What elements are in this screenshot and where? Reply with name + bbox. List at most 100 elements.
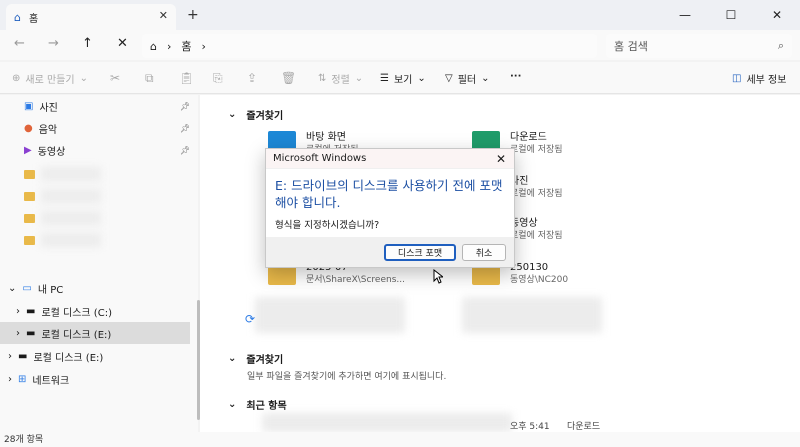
sidebar-item-folder[interactable] — [0, 185, 190, 207]
sidebar-item-label: 로컬 디스크 (E:) — [33, 352, 104, 364]
minimize-icon[interactable]: — — [662, 0, 708, 30]
new-button[interactable]: ⊕ 새로 만들기 ⌄ — [12, 71, 88, 86]
filter-icon: ▽ — [445, 73, 453, 84]
sort-icon: ⇅ — [318, 73, 327, 84]
dialog-close-icon[interactable]: ✕ — [496, 152, 506, 166]
view-button[interactable]: ☰ 보기 ⌄ — [380, 71, 426, 86]
sidebar-item-this-pc[interactable]: ⌄ ▭ 내 PC — [0, 277, 190, 299]
tab-close-icon[interactable]: ✕ — [159, 9, 168, 22]
sidebar-item-folder[interactable] — [0, 207, 190, 229]
delete-icon[interactable]: 🗑︎ — [281, 71, 296, 85]
sidebar-item-drive-e[interactable]: › ▬ 로컬 디스크 (E:) — [0, 322, 190, 344]
chevron-right-icon: › — [16, 327, 20, 339]
chevron-down-icon: ⌄ — [228, 353, 237, 364]
search-icon: ⌕ — [777, 39, 784, 52]
details-button[interactable]: ◫ 세부 정보 — [732, 71, 786, 86]
folder-icon — [24, 169, 35, 179]
sort-button[interactable]: ⇅ 정렬 ⌄ — [318, 71, 363, 86]
sidebar-item-drive-c[interactable]: › ▬ 로컬 디스크 (C:) — [0, 300, 190, 322]
dialog-question: 형식을 지정하시겠습니까? — [275, 220, 380, 231]
chevron-down-icon: ⌄ — [228, 399, 237, 410]
view-label: 보기 — [393, 75, 413, 86]
cut-icon[interactable]: ✂ — [110, 71, 120, 85]
redacted-recent-row — [262, 413, 512, 432]
maximize-icon[interactable]: ☐ — [708, 0, 754, 30]
quick-item-sub: 로컬에 저장됨 — [510, 231, 563, 241]
tab-bar: ⌂ 홈 ✕ + — ☐ ✕ — [0, 0, 800, 30]
sidebar-item-label: 내 PC — [37, 284, 64, 296]
format-disk-button[interactable]: 디스크 포맷 — [384, 244, 456, 261]
item-count: 28개 항목 — [4, 435, 44, 445]
recent-header[interactable]: ⌄ 최근 항목 — [228, 397, 287, 412]
sidebar-item-drive-e-root[interactable]: › ▬ 로컬 디스크 (E:) — [0, 345, 190, 367]
favorites-header[interactable]: ⌄ 즐겨찾기 — [228, 351, 283, 366]
drive-icon: ▬ — [26, 305, 36, 317]
section-title: 즐겨찾기 — [246, 355, 284, 366]
plus-icon: ⊕ — [12, 73, 21, 84]
music-icon: ● — [24, 122, 33, 134]
dialog-title: Microsoft Windows — [273, 153, 367, 164]
chevron-down-icon: ⌄ — [79, 73, 88, 84]
rename-icon[interactable]: ⎘ — [213, 71, 223, 86]
folder-icon — [24, 235, 35, 245]
dialog-footer: 디스크 포맷 취소 — [266, 237, 514, 267]
quick-item-name: 다운로드 — [510, 132, 547, 143]
breadcrumb-separator-end[interactable]: › — [202, 40, 206, 53]
quick-item-name: 사진 — [510, 176, 529, 187]
redacted-item — [255, 297, 405, 333]
redacted-label — [41, 211, 101, 225]
pin-icon: 📌︎ — [180, 123, 191, 133]
chevron-right-icon: › — [8, 350, 12, 362]
stop-icon[interactable]: ✕ — [117, 36, 128, 51]
new-label: 새로 만들기 — [25, 75, 75, 86]
cancel-button[interactable]: 취소 — [462, 244, 506, 261]
sidebar-item-pictures[interactable]: ▣ 사진 📌︎ — [0, 95, 190, 117]
up-arrow-icon[interactable]: ↑ — [82, 36, 93, 51]
new-tab-icon[interactable]: + — [187, 7, 199, 23]
search-input[interactable]: 홈 검색 ⌕ — [606, 34, 792, 58]
quick-item-name: 동영상 — [510, 218, 538, 229]
drive-icon: ▬ — [26, 327, 36, 339]
chevron-down-icon: ⌄ — [8, 282, 17, 294]
share-icon[interactable]: ⇪ — [247, 71, 257, 85]
tab-title: 홈 — [28, 13, 39, 25]
sidebar-item-network[interactable]: › ⊞ 네트워크 — [0, 368, 190, 390]
details-label: 세부 정보 — [746, 75, 787, 86]
videos-icon: ▶ — [24, 144, 32, 156]
sidebar-item-folder[interactable] — [0, 163, 190, 185]
home-icon: ⌂ — [150, 39, 157, 53]
quick-item-sub: 동영상\NC200 — [510, 275, 569, 285]
computer-icon: ▭ — [22, 282, 32, 294]
pin-icon: 📌︎ — [180, 145, 191, 155]
sidebar-item-music[interactable]: ● 음악 📌︎ — [0, 117, 190, 139]
chevron-right-icon: › — [16, 305, 20, 317]
quick-item-sub: 로컬에 저장됨 — [510, 189, 563, 199]
recent-location: 다운로드 — [567, 422, 601, 432]
back-arrow-icon[interactable]: ← — [14, 36, 25, 51]
drive-icon: ▬ — [18, 350, 28, 362]
search-placeholder: 홈 검색 — [614, 40, 648, 53]
paste-icon[interactable]: 📋︎ — [179, 71, 194, 85]
sidebar-item-folder[interactable] — [0, 229, 190, 251]
pictures-icon: ▣ — [24, 100, 34, 112]
filter-button[interactable]: ▽ 필터 ⌄ — [445, 71, 490, 86]
quick-item-name: 250130 — [510, 262, 549, 273]
network-icon: ⊞ — [18, 373, 27, 385]
window-close-icon[interactable]: ✕ — [754, 0, 800, 30]
address-bar[interactable]: ⌂ › 홈 › — [142, 34, 597, 58]
sidebar-item-videos[interactable]: ▶ 동영상 📌︎ — [0, 139, 190, 161]
navigation-pane: ▣ 사진 📌︎ ● 음악 📌︎ ▶ 동영상 📌︎ ⌄ ▭ 내 PC › ▬ 로컬… — [0, 95, 198, 432]
filter-chevron-icon: ⌄ — [481, 73, 490, 84]
folder-icon — [24, 191, 35, 201]
redacted-item — [462, 297, 602, 333]
breadcrumb-home[interactable]: 홈 — [181, 38, 191, 54]
chevron-right-icon: › — [8, 373, 12, 385]
quick-access-header[interactable]: ⌄ 즐겨찾기 — [228, 107, 283, 122]
recent-time: 오후 5:41 — [510, 422, 550, 432]
folder-icon — [24, 213, 35, 223]
more-options-icon[interactable]: ··· — [510, 71, 521, 82]
copy-icon[interactable]: ⧉ — [145, 71, 154, 86]
sidebar-item-label: 음악 — [38, 124, 58, 136]
tab-home[interactable]: ⌂ 홈 ✕ — [6, 4, 176, 30]
forward-arrow-icon[interactable]: → — [48, 36, 59, 51]
